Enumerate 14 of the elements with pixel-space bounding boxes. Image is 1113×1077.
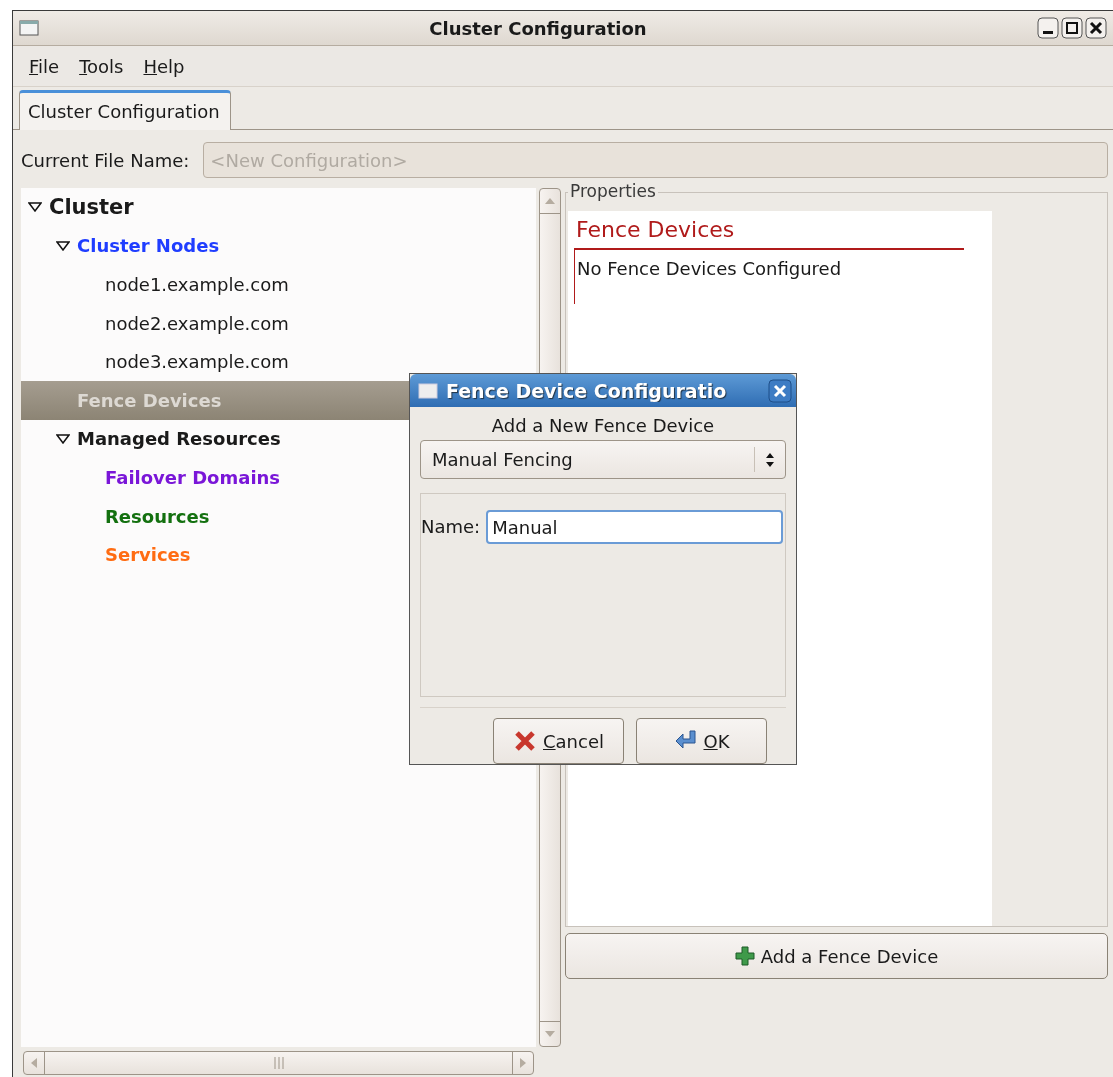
properties-heading: Fence Devices [575, 217, 736, 242]
frame-label: Properties [568, 181, 658, 201]
tree-item-label: Cluster [49, 195, 134, 220]
empty-message: No Fence Devices Configured [577, 258, 842, 279]
window-title: Cluster Configuration [428, 17, 648, 39]
tree-item-label: Cluster Nodes [77, 235, 220, 257]
tree-item-label: node3.example.com [105, 351, 289, 373]
tree-item-label: Managed Resources [77, 428, 281, 450]
tree-item-label: node2.example.com [105, 312, 289, 334]
name-label: Name: [421, 515, 481, 538]
tree-item-label: Fence Devices [77, 389, 222, 411]
tree-item-label: node1.example.com [105, 274, 289, 295]
file-name-label: Current File Name: [21, 149, 190, 171]
tree-item-label: Services [105, 544, 191, 566]
